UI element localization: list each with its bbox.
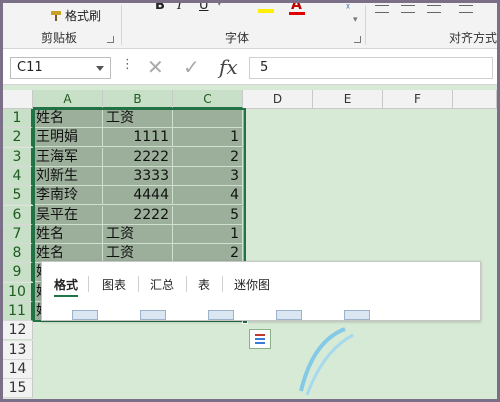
top-ten-icon[interactable]: [344, 310, 370, 320]
row-header-7[interactable]: 7: [3, 224, 33, 244]
qa-tab-formatting[interactable]: 格式: [54, 276, 79, 297]
column-header-d[interactable]: D: [243, 90, 313, 109]
font-group-label: 字体: [225, 31, 250, 45]
row-header-10[interactable]: 10: [3, 282, 33, 302]
column-header-filler: [453, 90, 497, 109]
column-header-e[interactable]: E: [313, 90, 383, 109]
format-painter-button[interactable]: 格式刷: [50, 7, 101, 24]
cancel-button[interactable]: ✕: [147, 55, 164, 79]
qa-tab-sparklines[interactable]: 迷你图: [234, 276, 270, 293]
row-header-1[interactable]: 1: [3, 109, 33, 128]
chevron-down-icon[interactable]: [96, 66, 104, 71]
quick-analysis-button[interactable]: [249, 329, 271, 350]
row-header-9[interactable]: 9: [3, 263, 33, 283]
underline-dropdown-icon[interactable]: ▾: [217, 3, 222, 9]
qa-tab-separator: [88, 276, 89, 292]
row-header-14[interactable]: 14: [3, 359, 33, 379]
formula-bar: C11 ⋮ ✕ ✓ fx 5: [3, 49, 497, 85]
more-options-icon[interactable]: ⋮: [121, 57, 134, 72]
align-right-icon[interactable]: [427, 5, 441, 13]
row-header-3[interactable]: 3: [3, 147, 33, 167]
row-header-13[interactable]: 13: [3, 340, 33, 360]
data-bars-icon[interactable]: [72, 310, 98, 320]
select-all-corner[interactable]: [3, 90, 33, 109]
qa-tab-totals[interactable]: 汇总: [150, 276, 174, 293]
row-header-11[interactable]: 11: [3, 302, 33, 321]
row-header-8[interactable]: 8: [3, 244, 33, 264]
greater-than-icon[interactable]: [276, 310, 302, 320]
quick-analysis-panel: 格式 图表 汇总 表 迷你图: [41, 261, 481, 321]
row-header-2[interactable]: 2: [3, 128, 33, 148]
column-header-c[interactable]: C: [173, 90, 243, 109]
name-box[interactable]: C11: [10, 57, 111, 79]
ribbon-separator: [121, 5, 122, 45]
ribbon: 格式刷 B I U ▾ A ᵡ ▾ 剪贴板 字体 对齐方式: [3, 3, 497, 49]
color-scale-icon[interactable]: [140, 310, 166, 320]
row-header-5[interactable]: 5: [3, 186, 33, 206]
underline-button[interactable]: U: [199, 3, 209, 13]
insert-function-button[interactable]: fx: [219, 55, 238, 79]
alignment-group-label: 对齐方式: [449, 31, 497, 45]
font-color-swatch: [289, 12, 305, 15]
row-header-12[interactable]: 12: [3, 321, 33, 341]
enter-button[interactable]: ✓: [183, 55, 200, 79]
fill-color-button[interactable]: [258, 3, 274, 13]
icon-set-icon[interactable]: [208, 310, 234, 320]
column-header-a[interactable]: A: [33, 90, 103, 109]
row-header-4[interactable]: 4: [3, 166, 33, 186]
phonetic-guide-icon[interactable]: ᵡ: [346, 3, 350, 14]
excel-window: 格式刷 B I U ▾ A ᵡ ▾ 剪贴板 字体 对齐方式 C11 ⋮ ✕ ✓ …: [3, 3, 497, 399]
italic-button[interactable]: I: [177, 3, 182, 13]
row-header-6[interactable]: 6: [3, 205, 33, 225]
qa-tab-separator: [138, 276, 139, 292]
ribbon-separator: [365, 5, 366, 45]
qa-tab-separator: [186, 276, 187, 292]
font-dialog-launcher-icon[interactable]: [354, 36, 361, 43]
paintbrush-icon: [50, 10, 62, 22]
formula-input[interactable]: 5: [249, 57, 493, 79]
qa-tab-charts[interactable]: 图表: [102, 276, 126, 293]
qa-tab-tables[interactable]: 表: [198, 276, 210, 293]
clipboard-group-label: 剪贴板: [41, 31, 78, 45]
qa-tab-separator: [222, 276, 223, 292]
align-center-icon[interactable]: [401, 5, 415, 13]
align-left-icon[interactable]: [375, 5, 389, 13]
column-header-b[interactable]: B: [103, 90, 173, 109]
bold-button[interactable]: B: [155, 3, 165, 13]
fill-color-swatch: [258, 9, 274, 13]
clipboard-dialog-launcher-icon[interactable]: [107, 36, 114, 43]
worksheet-grid[interactable]: A B C D E F 1 2 3 4 5 6 7 8 9 10 11 12 13 14 15 姓名 工资 王明娟 1111 1 王…: [3, 85, 497, 399]
phonetic-dropdown-icon[interactable]: ▾: [353, 15, 358, 25]
indent-icon[interactable]: [459, 5, 473, 13]
column-header-f[interactable]: F: [383, 90, 453, 109]
row-header-15[interactable]: 15: [3, 379, 33, 399]
